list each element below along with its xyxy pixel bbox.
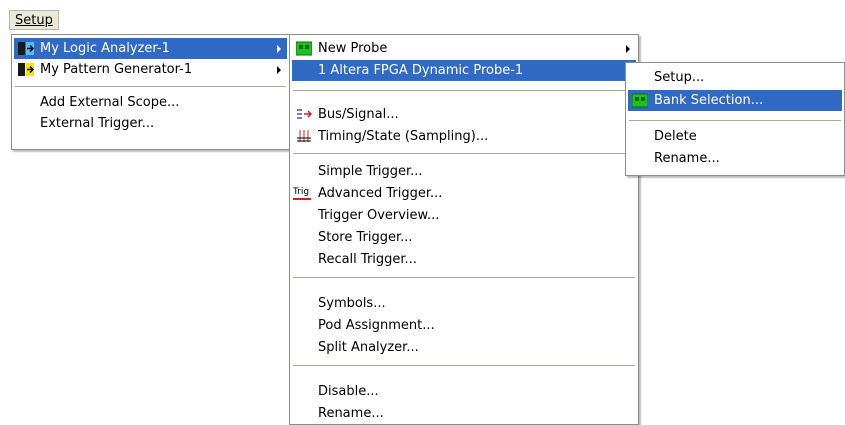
menu-item-label: Add External Scope... (40, 95, 180, 110)
menu-item-store-trigger[interactable]: Store Trigger... (292, 227, 636, 248)
probe-icon (632, 93, 648, 108)
menu-item-pod-assignment[interactable]: Pod Assignment... (292, 315, 636, 336)
timing-state-icon (297, 130, 311, 142)
menu-item-label: Bank Selection... (654, 93, 764, 108)
menu-separator (15, 86, 286, 87)
menu-item-symbols[interactable]: Symbols... (292, 293, 636, 314)
menu-separator (293, 277, 635, 278)
submenu-arrow-icon (277, 45, 281, 53)
menu-item-label: Store Trigger... (318, 230, 413, 245)
menu-item-label: Split Analyzer... (318, 340, 419, 355)
menu-item-timing-state[interactable]: Timing/State (Sampling)... (292, 126, 636, 147)
logic-analyzer-submenu: New Probe 1 Altera FPGA Dynamic Probe-1 … (289, 34, 639, 425)
menu-item-label: Delete (654, 129, 697, 144)
trigger-icon: Trig (293, 186, 311, 200)
menu-item-advanced-trigger[interactable]: Trig Advanced Trigger... (292, 183, 636, 204)
menu-item-label: Advanced Trigger... (318, 186, 443, 201)
setup-menu: My Logic Analyzer-1 My Pattern Generator… (11, 34, 290, 150)
menu-item-rename[interactable]: Rename... (628, 148, 842, 169)
menu-item-label: Disable... (318, 384, 379, 399)
menu-separator (293, 153, 635, 154)
probe-icon (296, 41, 312, 56)
menu-separator (293, 365, 635, 366)
menu-item-my-logic-analyzer[interactable]: My Logic Analyzer-1 (14, 38, 287, 59)
menu-item-disable[interactable]: Disable... (292, 381, 636, 402)
menu-item-new-probe[interactable]: New Probe (292, 38, 636, 59)
menu-item-label: External Trigger... (40, 116, 155, 131)
menu-item-rename[interactable]: Rename... (292, 403, 636, 424)
menu-separator (293, 90, 635, 91)
menu-item-label: Recall Trigger... (318, 252, 417, 267)
probe-submenu: Setup... Bank Selection... Delete Rename… (625, 62, 845, 176)
menu-item-label: Timing/State (Sampling)... (318, 129, 489, 144)
menu-item-simple-trigger[interactable]: Simple Trigger... (292, 161, 636, 182)
menu-item-label: Rename... (318, 406, 384, 421)
menu-item-external-trigger[interactable]: External Trigger... (14, 113, 287, 134)
submenu-arrow-icon (626, 45, 630, 53)
menu-separator (629, 120, 841, 121)
pattern-generator-icon (18, 63, 34, 76)
menu-item-label: Bus/Signal... (318, 107, 399, 122)
menu-item-label: 1 Altera FPGA Dynamic Probe-1 (318, 63, 524, 78)
menu-item-altera-fpga-dynamic-probe[interactable]: 1 Altera FPGA Dynamic Probe-1 (292, 60, 636, 81)
menu-item-label: Pod Assignment... (318, 318, 435, 333)
menu-item-label: Rename... (654, 151, 720, 166)
menu-item-recall-trigger[interactable]: Recall Trigger... (292, 249, 636, 270)
menu-item-split-analyzer[interactable]: Split Analyzer... (292, 337, 636, 358)
menu-item-label: New Probe (318, 41, 388, 56)
menu-item-bank-selection[interactable]: Bank Selection... (628, 90, 842, 111)
menu-item-setup[interactable]: Setup... (628, 67, 842, 88)
menu-item-trigger-overview[interactable]: Trigger Overview... (292, 205, 636, 226)
menu-item-label: Setup... (654, 70, 705, 85)
menu-item-label: My Logic Analyzer-1 (40, 41, 170, 56)
menu-setup[interactable]: Setup (9, 10, 59, 30)
menu-item-delete[interactable]: Delete (628, 126, 842, 147)
submenu-arrow-icon (277, 66, 281, 74)
bus-signal-icon (297, 109, 312, 119)
logic-analyzer-icon (18, 42, 34, 55)
menu-item-add-external-scope[interactable]: Add External Scope... (14, 92, 287, 113)
menu-item-label: Simple Trigger... (318, 164, 423, 179)
menu-item-my-pattern-generator[interactable]: My Pattern Generator-1 (14, 59, 287, 80)
menu-setup-label: Setup (15, 13, 53, 28)
menu-item-label: My Pattern Generator-1 (40, 62, 193, 77)
menu-item-label: Trigger Overview... (318, 208, 440, 223)
menu-item-label: Symbols... (318, 296, 386, 311)
menu-item-bus-signal[interactable]: Bus/Signal... (292, 104, 636, 125)
